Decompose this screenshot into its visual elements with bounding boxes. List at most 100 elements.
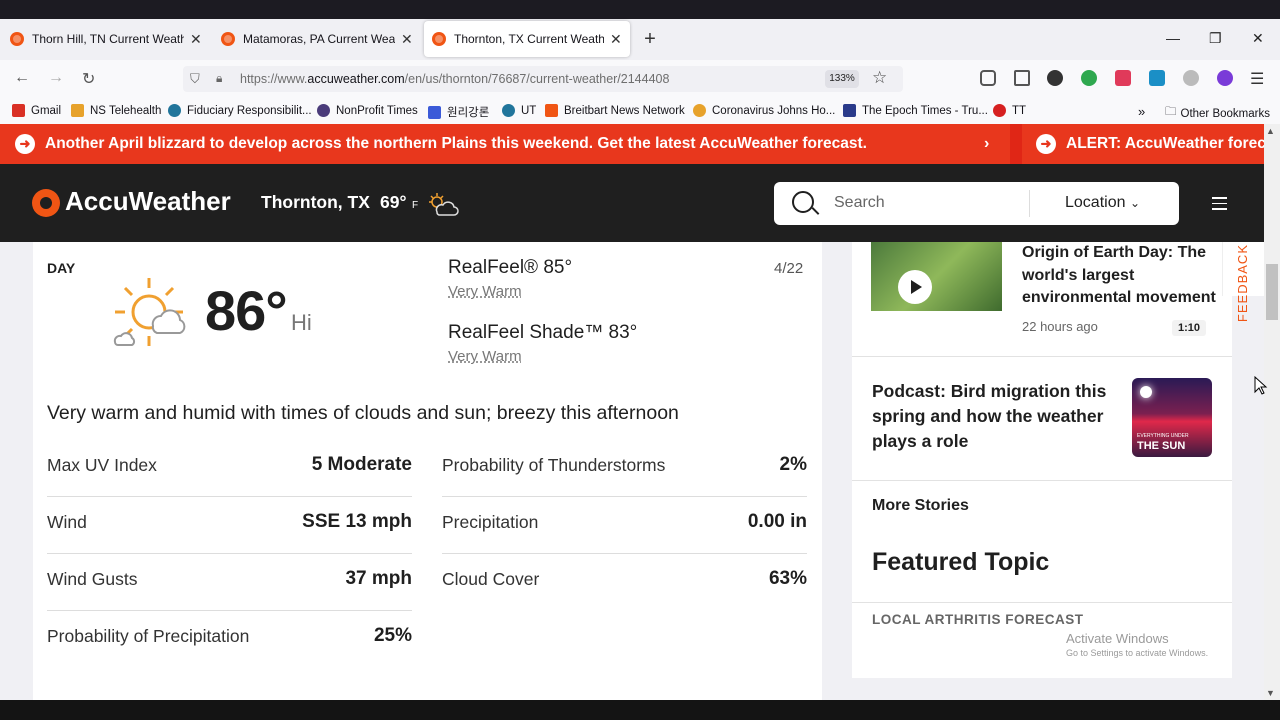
realfeel-shade-phrase[interactable]: Very Warm	[448, 348, 522, 365]
forward-icon[interactable]: →	[48, 69, 64, 87]
divider	[852, 602, 1232, 603]
sidebar-stories: Origin of Earth Day: The world's largest…	[852, 242, 1232, 678]
detail-value: 0.00 in	[747, 511, 807, 532]
scroll-up-icon[interactable]: ▲	[1266, 126, 1275, 136]
accuweather-favicon-icon	[432, 32, 446, 46]
pocket-icon[interactable]	[980, 70, 996, 86]
realfeel: RealFeel® 85°	[448, 257, 573, 278]
close-tab-icon[interactable]: ✕	[190, 31, 202, 48]
story-title[interactable]: Origin of Earth Day: The world's largest…	[1022, 242, 1218, 310]
alert-icon: ➜	[1036, 134, 1056, 154]
feedback-tab[interactable]: FEEDBACK	[1222, 242, 1264, 322]
zoom-level[interactable]: 133%	[825, 70, 859, 88]
bookmark-star-icon[interactable]: ☆	[872, 68, 887, 88]
app-menu-icon[interactable]: ☰	[1250, 69, 1264, 89]
detail-key: Precipitation	[442, 512, 539, 532]
reload-icon[interactable]: ↻	[82, 69, 95, 89]
featured-topic-heading: Featured Topic	[872, 548, 1050, 576]
scrollbar-thumb[interactable]	[1266, 264, 1278, 320]
detail-row: Max UV Index 5 Moderate	[47, 440, 412, 497]
bookmark-coronavirus[interactable]: Coronavirus Johns Ho...	[693, 104, 835, 117]
close-tab-icon[interactable]: ✕	[610, 31, 622, 48]
site-header: AccuWeather Thornton, TX 69° F Search Lo…	[0, 164, 1264, 242]
epoch-times-icon	[843, 104, 856, 117]
bookmark-korean[interactable]: 원리강론	[428, 104, 489, 120]
search-input[interactable]: Search	[834, 194, 885, 212]
header-temp: 69°	[380, 192, 407, 212]
alert-secondary[interactable]: ➜ ALERT: AccuWeather foreca	[1022, 124, 1264, 164]
detail-value: 63%	[768, 568, 807, 589]
more-stories-link[interactable]: More Stories	[872, 497, 969, 515]
reader-view-icon[interactable]	[1014, 70, 1030, 86]
wordpress-icon	[168, 104, 181, 117]
close-window-icon[interactable]: ✕	[1252, 30, 1264, 47]
extension-purple-icon[interactable]	[1217, 70, 1233, 86]
search-icon	[792, 191, 814, 213]
local-arthritis-forecast-link[interactable]: LOCAL ARTHRITIS FORECAST	[872, 612, 1084, 627]
alert-banner: ➜ Another April blizzard to develop acro…	[0, 124, 1264, 164]
bookmark-ut[interactable]: UT	[502, 104, 536, 117]
detail-row: Probability of Precipitation 25%	[47, 611, 412, 668]
scrollbar[interactable]	[1264, 124, 1280, 700]
accuweather-favicon-icon	[10, 32, 24, 46]
detail-row: Wind SSE 13 mph	[47, 497, 412, 554]
more-bookmarks-chevron-icon[interactable]: »	[1138, 104, 1145, 119]
activate-windows-watermark: Activate Windows	[1066, 631, 1169, 646]
gmail-icon	[12, 104, 25, 117]
bookmark-tt[interactable]: TT	[993, 104, 1026, 117]
extension-t-icon[interactable]	[1047, 70, 1063, 86]
podcast-thumbnail[interactable]: EVERYTHING UNDER THE SUN	[1132, 378, 1212, 457]
earth-day-video-thumbnail[interactable]	[871, 242, 1002, 311]
url-text[interactable]: https://www.accuweather.com/en/us/thornt…	[240, 72, 669, 86]
bookmark-gmail[interactable]: Gmail	[12, 104, 61, 117]
activate-windows-subtext: Go to Settings to activate Windows.	[1066, 648, 1209, 658]
alert-primary[interactable]: ➜ Another April blizzard to develop acro…	[0, 124, 1010, 164]
lock-icon[interactable]: 🔒︎	[216, 71, 222, 86]
search-divider	[1029, 190, 1030, 217]
chevron-right-icon[interactable]: ›	[984, 135, 989, 153]
tracking-shield-icon[interactable]: ⛉	[190, 71, 200, 87]
new-tab-icon[interactable]: +	[640, 26, 660, 52]
bookmark-nonprofit-times[interactable]: NonProfit Times	[317, 104, 418, 117]
close-tab-icon[interactable]: ✕	[401, 31, 413, 48]
restore-icon[interactable]: ❐	[1209, 30, 1222, 47]
tab-matamoras[interactable]: Matamoras, PA Current Weather ✕	[213, 21, 421, 57]
extension-blue-icon[interactable]	[1149, 70, 1165, 86]
breitbart-icon	[545, 104, 558, 117]
logo-text[interactable]: AccuWeather	[65, 186, 231, 217]
divider	[852, 480, 1232, 481]
extension-gray-icon[interactable]	[1183, 70, 1199, 86]
forecast-date: 4/22	[774, 260, 804, 277]
bookmark-icon	[693, 104, 706, 117]
extension-green-icon[interactable]	[1081, 70, 1097, 86]
bookmark-fiduciary[interactable]: Fiduciary Responsibilit...	[168, 104, 312, 117]
location-button[interactable]: Location ⌄	[1065, 194, 1140, 212]
tab-thornton[interactable]: Thornton, TX Current Weather | AccuWeath…	[424, 21, 630, 57]
day-forecast-card: DAY 86° Hi RealFeel® 85° Very Warm RealF…	[33, 242, 822, 700]
bookmark-breitbart[interactable]: Breitbart News Network	[545, 104, 685, 117]
detail-value: 2%	[779, 454, 807, 475]
alert-icon: ➜	[15, 134, 35, 154]
extension-red-icon[interactable]	[1115, 70, 1131, 86]
minimize-icon[interactable]: —	[1166, 30, 1180, 46]
taskbar	[0, 700, 1280, 720]
scroll-down-icon[interactable]: ▼	[1266, 688, 1275, 698]
search-box[interactable]: Search Location ⌄	[774, 182, 1179, 225]
back-icon[interactable]: ←	[14, 69, 30, 87]
divider	[852, 356, 1232, 357]
bookmark-epoch-times[interactable]: The Epoch Times - Tru...	[843, 104, 988, 117]
realfeel-phrase[interactable]: Very Warm	[448, 283, 522, 300]
other-bookmarks[interactable]: 🗀︎ Other Bookmarks	[1165, 104, 1270, 123]
os-top-bar	[0, 0, 1280, 19]
tab-thorn-hill[interactable]: Thorn Hill, TN Current Weather ✕	[2, 21, 210, 57]
story-title[interactable]: Podcast: Bird migration this spring and …	[872, 379, 1112, 454]
detail-key: Wind Gusts	[47, 569, 138, 589]
play-icon[interactable]	[898, 270, 932, 304]
detail-row: Probability of Thunderstorms 2%	[442, 440, 807, 497]
detail-key: Max UV Index	[47, 455, 157, 475]
realfeel-shade: RealFeel Shade™ 83°	[448, 322, 638, 343]
hamburger-menu-icon[interactable]	[1212, 197, 1227, 214]
accuweather-logo-icon[interactable]	[32, 189, 60, 217]
header-location[interactable]: Thornton, TX	[261, 192, 370, 213]
bookmark-ns-telehealth[interactable]: NS Telehealth	[71, 104, 161, 117]
